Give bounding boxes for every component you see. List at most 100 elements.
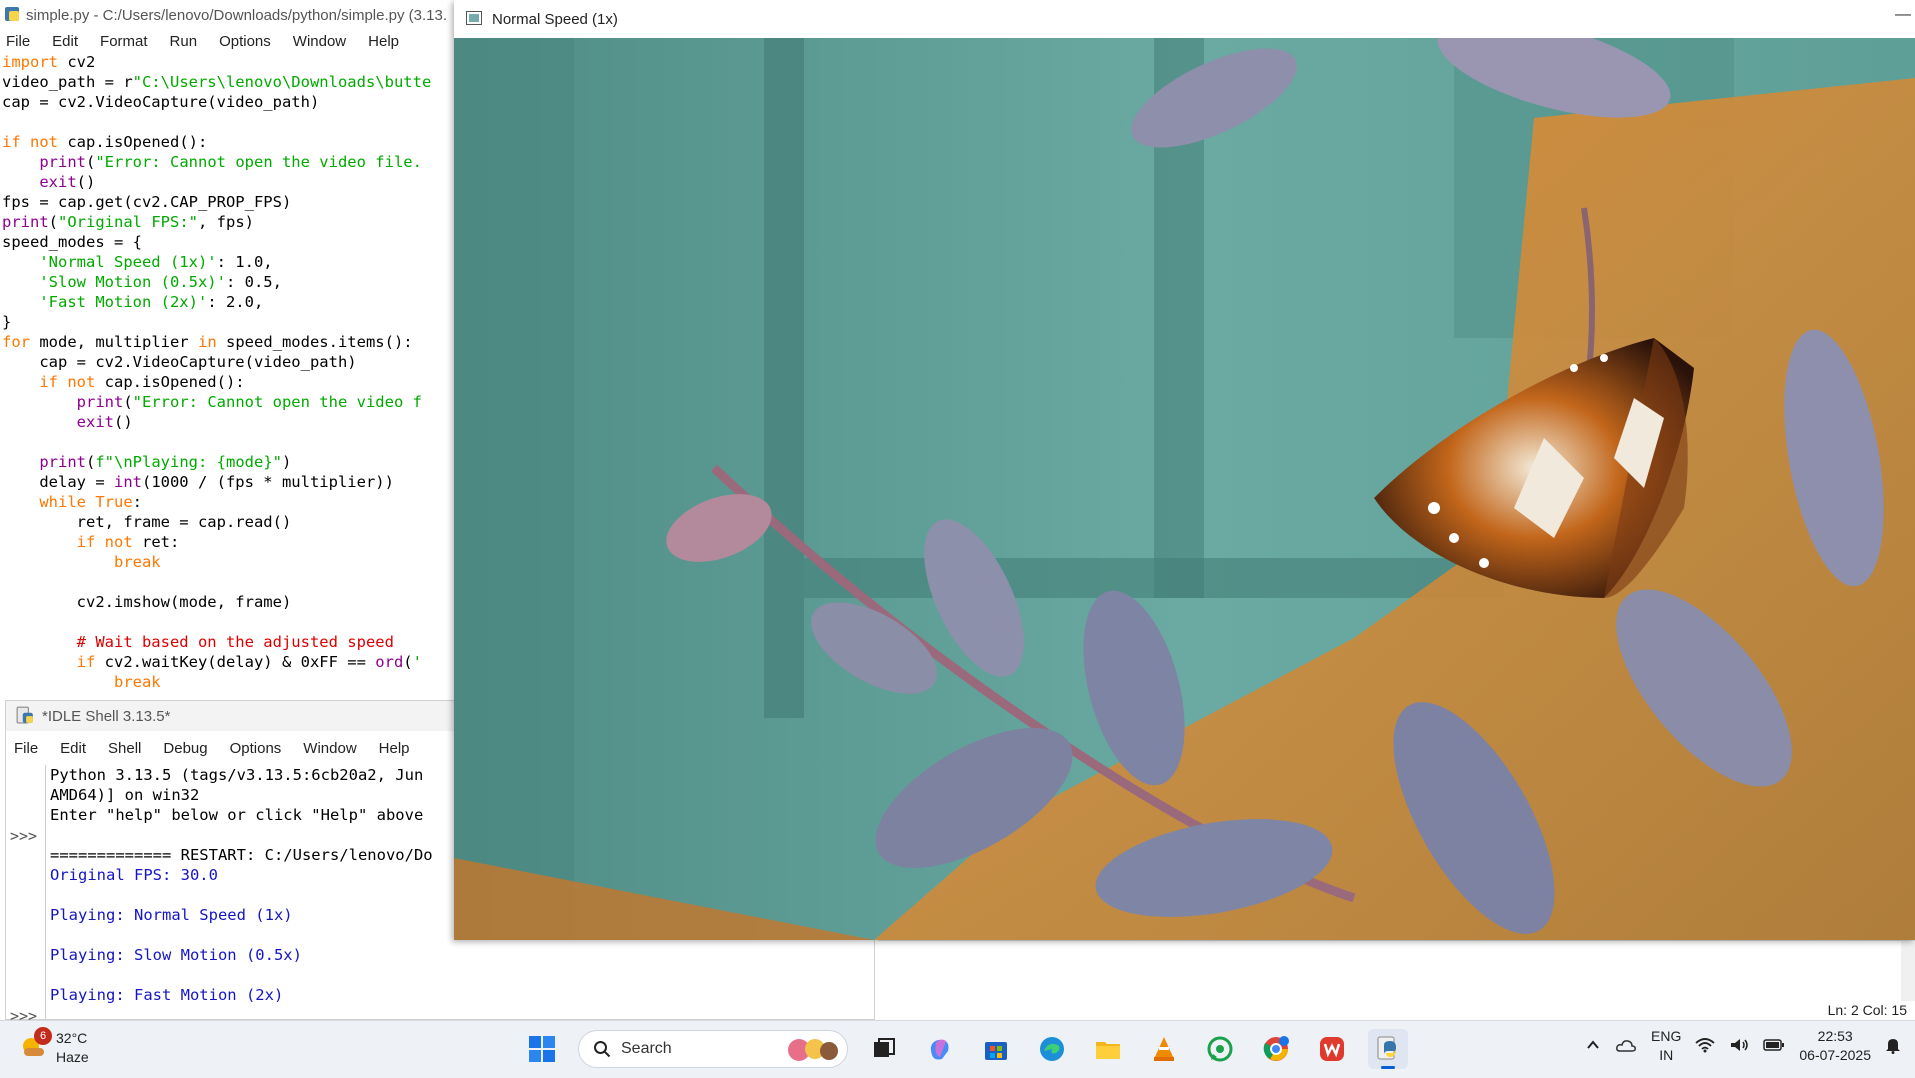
editor-menu-item[interactable]: File — [6, 33, 30, 50]
shell-menu-item[interactable]: Help — [379, 740, 410, 757]
shell-menu-item[interactable]: Debug — [163, 740, 207, 757]
editor-menu-item[interactable]: Run — [170, 33, 198, 50]
code-line: if cv2.waitKey(delay) & 0xFF == ord(' — [2, 652, 470, 672]
notification-bell-icon[interactable] — [1885, 1036, 1901, 1057]
code-token: if not — [76, 533, 133, 551]
code-token: , fps) — [198, 213, 254, 231]
code-token: : — [132, 493, 142, 511]
code-line: video_path = r"C:\Users\lenovo\Downloads… — [2, 72, 470, 92]
search-placeholder: Search — [621, 1040, 672, 1057]
notification-badge: 6 — [34, 1027, 52, 1045]
code-token: int — [113, 473, 142, 491]
code-token: : 0.5, — [225, 273, 282, 291]
taskbar-search[interactable]: Search — [578, 1030, 848, 1068]
code-token: if not — [39, 373, 96, 391]
code-line: speed_modes = { — [2, 232, 470, 252]
video-titlebar[interactable]: Normal Speed (1x) — [454, 0, 1915, 38]
shell-prompt: >>> — [10, 827, 38, 845]
code-token: cv2 — [58, 53, 96, 71]
file-explorer-icon[interactable] — [1088, 1029, 1128, 1069]
onedrive-cloud-icon[interactable] — [1615, 1037, 1637, 1056]
task-view-icon[interactable] — [864, 1029, 904, 1069]
editor-titlebar[interactable]: simple.py - C:/Users/lenovo/Downloads/py… — [0, 0, 470, 30]
code-line: fps = cap.get(cv2.CAP_PROP_FPS) — [2, 192, 470, 212]
language-code: ENG — [1651, 1028, 1682, 1044]
vlc-icon[interactable] — [1144, 1029, 1184, 1069]
code-token: ( — [86, 153, 96, 171]
code-line: cap = cv2.VideoCapture(video_path) — [2, 92, 470, 112]
code-line: break — [2, 552, 470, 572]
copilot-icon[interactable] — [920, 1029, 960, 1069]
editor-title: simple.py - C:/Users/lenovo/Downloads/py… — [26, 6, 448, 24]
scrollbar[interactable] — [1901, 941, 1915, 1001]
chrome-icon[interactable] — [1256, 1029, 1296, 1069]
editor-menubar: File Edit Format Run Options Window Help — [0, 30, 470, 52]
code-line: break — [2, 672, 470, 692]
code-line: print("Error: Cannot open the video file… — [2, 152, 470, 172]
clock[interactable]: 22:53 06-07-2025 — [1799, 1027, 1871, 1065]
code-token: print — [2, 213, 49, 231]
shell-menu-item[interactable]: File — [14, 740, 38, 757]
shell-title: *IDLE Shell 3.13.5* — [42, 707, 171, 725]
code-token: cv2.waitKey(delay) & 0xFF == — [95, 653, 376, 671]
editor-menu-item[interactable]: Edit — [52, 33, 78, 50]
edge-icon[interactable] — [1032, 1029, 1072, 1069]
shell-output-line — [50, 965, 874, 985]
wifi-icon[interactable] — [1695, 1037, 1715, 1056]
editor-menu-item[interactable]: Format — [100, 33, 148, 50]
code-line: cap = cv2.VideoCapture(video_path) — [2, 352, 470, 372]
code-token: video_path = r — [2, 73, 133, 91]
microsoft-store-icon[interactable] — [976, 1029, 1016, 1069]
code-token: ' — [412, 653, 422, 671]
code-token: for — [2, 333, 30, 351]
code-line: } — [2, 312, 470, 332]
code-line: print("Original FPS:", fps) — [2, 212, 470, 232]
code-token: () — [113, 413, 133, 431]
code-token: break — [113, 673, 161, 691]
code-editor[interactable]: import cv2 video_path = r"C:\Users\lenovo… — [0, 52, 470, 692]
volume-icon[interactable] — [1729, 1037, 1749, 1056]
code-token: exit — [76, 413, 114, 431]
code-token: fps = cap.get(cv2.CAP_PROP_FPS) — [2, 193, 292, 211]
code-token: break — [113, 553, 161, 571]
code-token: } — [2, 313, 12, 331]
code-token: "Error: Cannot open the video f — [132, 393, 422, 411]
shell-menu-item[interactable]: Options — [230, 740, 282, 757]
system-tray: ENG IN 22:53 06-07-2025 — [1585, 1027, 1901, 1065]
minimize-button[interactable]: — — [1895, 6, 1915, 24]
editor-menu-item[interactable]: Window — [293, 33, 346, 50]
chevron-up-icon[interactable] — [1585, 1037, 1601, 1056]
editor-menu-item[interactable]: Options — [219, 33, 271, 50]
code-token: : 1.0, — [216, 253, 273, 271]
python-idle-taskbar-icon[interactable] — [1368, 1029, 1408, 1069]
shell-menu-item[interactable]: Edit — [60, 740, 86, 757]
code-token: in — [197, 333, 217, 351]
start-button[interactable] — [522, 1029, 562, 1069]
clock-time: 22:53 — [1817, 1028, 1853, 1044]
shell-menu-item[interactable]: Shell — [108, 740, 141, 757]
code-token: if — [76, 653, 96, 671]
wps-office-icon[interactable] — [1312, 1029, 1352, 1069]
editor-menu-item[interactable]: Help — [368, 33, 399, 50]
language-indicator[interactable]: ENG IN — [1651, 1027, 1681, 1065]
weather-widget[interactable]: 6 32°C Haze — [18, 1027, 89, 1067]
search-highlight-icon — [785, 1036, 841, 1069]
code-line: if not cap.isOpened(): — [2, 132, 470, 152]
code-token: cap = cv2.VideoCapture(video_path) — [2, 93, 320, 111]
code-line: while True: — [2, 492, 470, 512]
shell-menu-item[interactable]: Window — [303, 740, 356, 757]
code-token: ord — [375, 653, 404, 671]
background-window: Ln: 2 Col: 15 — [878, 940, 1915, 1020]
code-token: ( — [403, 653, 413, 671]
whatsapp-icon[interactable] — [1200, 1029, 1240, 1069]
battery-icon[interactable] — [1763, 1037, 1785, 1056]
butterfly-video-image — [454, 38, 1915, 940]
